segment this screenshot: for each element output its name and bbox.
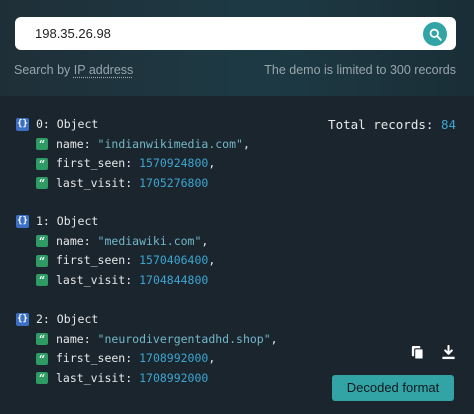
field-key: first_seen:: [56, 156, 140, 170]
string-icon: “: [36, 372, 48, 385]
field-value: 1570924800: [139, 156, 209, 170]
ip-address-link[interactable]: IP address: [74, 63, 134, 77]
search-button[interactable]: [423, 22, 447, 46]
field-key: name:: [56, 136, 98, 151]
string-icon: “: [36, 157, 48, 171]
search-input[interactable]: 198.35.26.98: [15, 17, 456, 50]
record-header-label: 0: Object: [36, 117, 99, 131]
field-value: 1704844800: [139, 272, 209, 287]
field-comma: ,: [208, 156, 216, 170]
record-field-name: “ name: "neurodivergentadhd.shop",: [16, 330, 316, 350]
field-key: name:: [56, 233, 98, 248]
record-header-label: 1: Object: [36, 214, 99, 228]
record-item: {} 0: Object “ name: "indianwikimedia.com"…: [16, 115, 316, 193]
field-comma: ,: [208, 351, 216, 365]
copy-icon[interactable]: [410, 345, 425, 360]
object-icon: {}: [16, 313, 29, 326]
field-comma: ,: [208, 253, 216, 267]
record-header[interactable]: {} 2: Object: [16, 310, 316, 330]
record-field-first-seen: “ first_seen: 1570924800,: [16, 154, 316, 174]
record-item: {} 2: Object “ name: "neurodivergentadhd.s…: [16, 310, 316, 388]
record-header[interactable]: {} 1: Object: [16, 212, 316, 232]
search-panel: 198.35.26.98 Search by IP address The de…: [0, 0, 474, 96]
total-records-value: 84: [440, 117, 456, 132]
field-key: last_visit:: [56, 370, 140, 385]
field-value: "indianwikimedia.com": [97, 136, 243, 151]
field-value: 1705276800: [139, 175, 209, 190]
field-key: last_visit:: [56, 272, 140, 287]
field-comma: ,: [242, 136, 250, 151]
results-panel: Total records: 84 {} 0: Object “ name: "in…: [0, 96, 474, 414]
download-icon[interactable]: [441, 345, 456, 360]
object-icon: {}: [16, 215, 29, 228]
field-key: name:: [56, 331, 98, 346]
field-comma: ,: [201, 233, 209, 248]
record-field-last-visit: “ last_visit: 1708992000: [16, 369, 316, 389]
search-hint: Search by IP address: [14, 63, 133, 77]
string-icon: “: [36, 333, 48, 346]
total-records: Total records: 84: [328, 117, 456, 132]
decoded-format-button[interactable]: Decoded format: [332, 375, 454, 401]
string-icon: “: [36, 254, 48, 268]
field-comma: ,: [270, 331, 278, 346]
record-field-first-seen: “ first_seen: 1708992000,: [16, 349, 316, 369]
search-hint-prefix: Search by: [14, 63, 74, 77]
record-field-first-seen: “ first_seen: 1570406400,: [16, 251, 316, 271]
string-icon: “: [36, 138, 48, 151]
total-records-label: Total records:: [328, 117, 441, 132]
record-header-label: 2: Object: [36, 312, 99, 326]
string-icon: “: [36, 177, 48, 190]
search-input-value[interactable]: 198.35.26.98: [35, 17, 111, 50]
field-value: 1708992000: [139, 351, 209, 365]
field-key: first_seen:: [56, 351, 140, 365]
demo-limit-note: The demo is limited to 300 records: [264, 63, 456, 77]
string-icon: “: [36, 235, 48, 248]
object-icon: {}: [16, 118, 29, 131]
string-icon: “: [36, 352, 48, 366]
field-value: 1570406400: [139, 253, 209, 267]
field-value: "neurodivergentadhd.shop": [97, 331, 271, 346]
result-tools: [410, 345, 456, 360]
record-field-last-visit: “ last_visit: 1705276800: [16, 174, 316, 194]
record-header[interactable]: {} 0: Object: [16, 115, 316, 135]
field-value: "mediawiki.com": [97, 233, 202, 248]
field-value: 1708992000: [139, 370, 209, 385]
string-icon: “: [36, 274, 48, 287]
field-key: first_seen:: [56, 253, 140, 267]
field-key: last_visit:: [56, 175, 140, 190]
page: 198.35.26.98 Search by IP address The de…: [0, 0, 474, 414]
record-item: {} 1: Object “ name: "mediawiki.com", “ fir…: [16, 212, 316, 290]
record-field-name: “ name: "mediawiki.com",: [16, 232, 316, 252]
search-icon: [429, 28, 442, 41]
record-field-last-visit: “ last_visit: 1704844800: [16, 271, 316, 291]
record-field-name: “ name: "indianwikimedia.com",: [16, 135, 316, 155]
